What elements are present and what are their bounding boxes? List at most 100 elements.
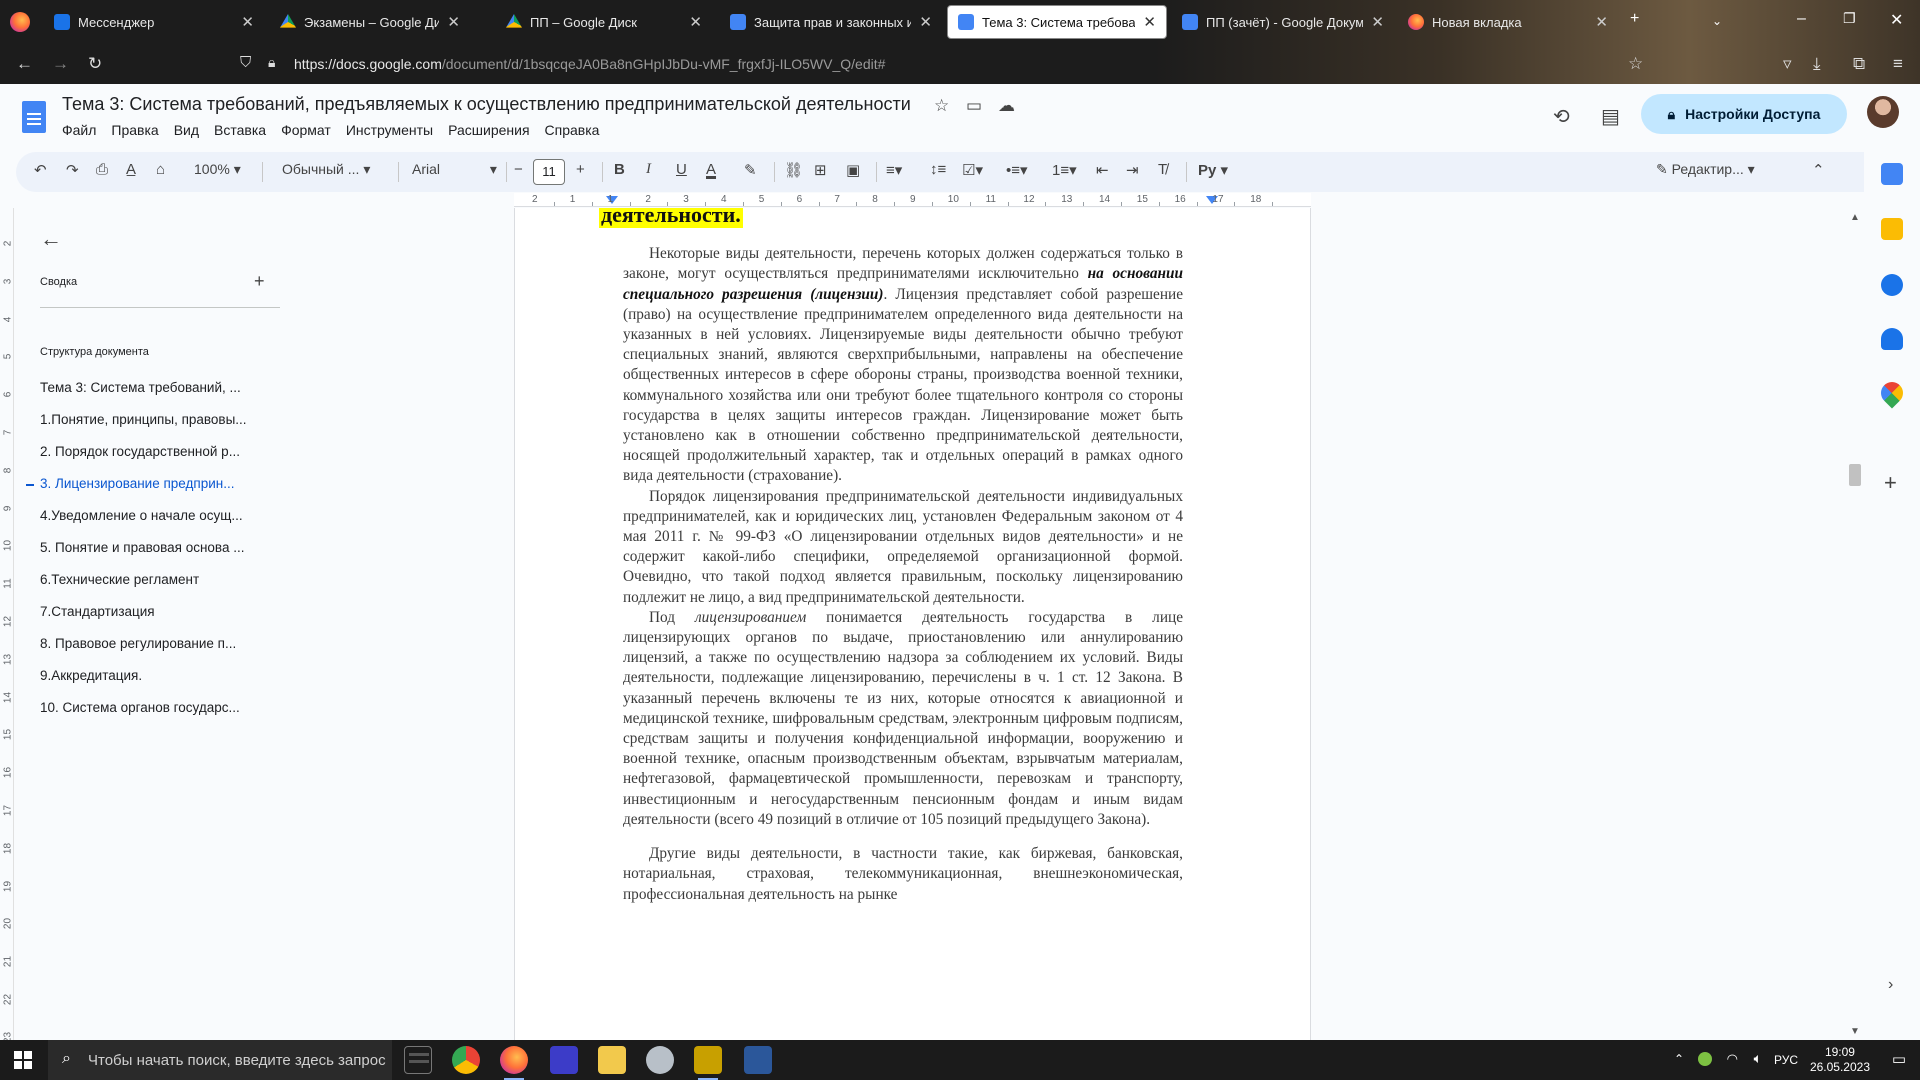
- browser-tab[interactable]: Защита прав и законных инте ✕: [720, 5, 942, 39]
- browser-tab[interactable]: Мессенджер ✕: [44, 5, 264, 39]
- word-icon[interactable]: [744, 1046, 772, 1074]
- menu-edit[interactable]: Правка: [111, 122, 166, 138]
- menu-tools[interactable]: Инструменты: [346, 122, 441, 138]
- hide-side-panel-icon[interactable]: ›: [1888, 976, 1893, 994]
- horizontal-ruler[interactable]: 2 1 1 2 3 4 5 6 7 8 9 10 11 12 13 14 15 16 17 18: [514, 193, 1311, 207]
- save-app-icon[interactable]: [550, 1046, 578, 1074]
- pocket-icon[interactable]: ▿: [1783, 54, 1792, 74]
- close-tab-icon[interactable]: ✕: [241, 13, 254, 31]
- browser-tab[interactable]: Экзамены – Google Диск ✕: [270, 5, 470, 39]
- reload-icon[interactable]: ↻: [88, 54, 102, 74]
- italic-icon[interactable]: I: [646, 161, 651, 178]
- menu-help[interactable]: Справка: [545, 122, 608, 138]
- outline-item[interactable]: 10. Система органов государс...: [40, 700, 276, 715]
- bold-icon[interactable]: B: [614, 161, 625, 178]
- outline-item[interactable]: 6.Технические регламент: [40, 572, 276, 587]
- spellcheck-icon[interactable]: A̲: [126, 161, 136, 178]
- collapse-menus-icon[interactable]: ⌃: [1812, 161, 1825, 179]
- menu-insert[interactable]: Вставка: [214, 122, 274, 138]
- add-comment-icon[interactable]: ⊞: [814, 161, 827, 179]
- extensions-icon[interactable]: ⧉: [1853, 54, 1865, 74]
- forward-icon[interactable]: →: [52, 54, 69, 74]
- windows-start-icon[interactable]: [14, 1051, 32, 1069]
- taskbar-clock[interactable]: 19:09 26.05.2023: [1810, 1045, 1870, 1075]
- outline-item[interactable]: 2. Порядок государственной р...: [40, 444, 276, 459]
- menu-view[interactable]: Вид: [174, 122, 207, 138]
- docs-logo-icon[interactable]: [22, 101, 46, 133]
- contacts-icon[interactable]: [1881, 328, 1903, 350]
- decrease-indent-icon[interactable]: ⇤: [1096, 161, 1109, 179]
- user-avatar[interactable]: [1867, 96, 1899, 128]
- highlight-icon[interactable]: ✎: [744, 161, 757, 179]
- checklist-icon[interactable]: ☑▾: [962, 161, 983, 179]
- browser-tab-active[interactable]: Тема 3: Система требований, ✕: [947, 5, 1167, 39]
- firefox-menu-icon[interactable]: [10, 12, 30, 32]
- print-icon[interactable]: ⎙: [96, 161, 108, 178]
- firefox-taskbar-icon[interactable]: [500, 1046, 528, 1080]
- zoom-select[interactable]: 100% ▾: [194, 161, 241, 178]
- close-tab-icon[interactable]: ✕: [1595, 13, 1608, 31]
- tasks-icon[interactable]: [1881, 274, 1903, 296]
- add-summary-icon[interactable]: +: [254, 271, 265, 292]
- outline-item[interactable]: 1.Понятие, принципы, правовы...: [40, 412, 276, 427]
- maximize-icon[interactable]: ❐: [1843, 10, 1856, 27]
- calendar-icon[interactable]: [1881, 163, 1903, 185]
- tray-app-icon[interactable]: [1698, 1052, 1712, 1066]
- outline-item[interactable]: Тема 3: Система требований, ...: [40, 380, 276, 395]
- menu-file[interactable]: Файл: [62, 122, 104, 138]
- version-history-icon[interactable]: ⟲: [1553, 104, 1570, 129]
- style-select[interactable]: Обычный ... ▾: [282, 161, 370, 178]
- get-addons-icon[interactable]: +: [1884, 470, 1897, 496]
- input-tools-icon[interactable]: Pу ▾: [1198, 161, 1228, 179]
- taskbar-search-box[interactable]: ⌕ Чтобы начать поиск, введите здесь запр…: [48, 1040, 392, 1080]
- scroll-thumb[interactable]: [1849, 464, 1861, 486]
- document-title[interactable]: Тема 3: Система требований, предъявляемы…: [62, 94, 911, 115]
- numbered-list-icon[interactable]: 1≡▾: [1052, 161, 1077, 179]
- keep-icon[interactable]: [1881, 218, 1903, 240]
- undo-icon[interactable]: ↶: [34, 161, 47, 179]
- close-tab-icon[interactable]: ✕: [689, 13, 702, 31]
- lock-icon[interactable]: 🔒︎: [268, 54, 275, 71]
- underline-icon[interactable]: U: [676, 161, 687, 178]
- bookmark-star-icon[interactable]: ☆: [1628, 54, 1643, 74]
- bulleted-list-icon[interactable]: •≡▾: [1006, 161, 1028, 179]
- star-icon[interactable]: ☆: [934, 96, 949, 116]
- close-tab-icon[interactable]: ✕: [1371, 13, 1384, 31]
- close-tab-icon[interactable]: ✕: [919, 13, 932, 31]
- wifi-icon[interactable]: ◠: [1727, 1051, 1738, 1067]
- tracking-shield-icon[interactable]: ⛉: [240, 54, 251, 71]
- share-button[interactable]: 🔒︎ Настройки Доступа: [1641, 94, 1847, 134]
- outline-item[interactable]: 8. Правовое регулирование п...: [40, 636, 276, 651]
- downloads-icon[interactable]: ⤓: [1813, 54, 1821, 74]
- browser-tab[interactable]: ПП – Google Диск ✕: [496, 5, 712, 39]
- cloud-status-icon[interactable]: ☁: [998, 96, 1015, 116]
- outline-item[interactable]: 4.Уведомление о начале осущ...: [40, 508, 276, 523]
- url-bar[interactable]: ⛉ 🔒︎ https://docs.google.com/document/d/…: [230, 49, 1670, 79]
- file-explorer-icon[interactable]: [598, 1046, 626, 1074]
- notifications-icon[interactable]: ▭: [1892, 1050, 1906, 1068]
- text-color-icon[interactable]: A: [706, 161, 716, 178]
- chrome-icon[interactable]: [452, 1046, 480, 1074]
- tab-list-chevron-icon[interactable]: ⌄: [1712, 14, 1722, 28]
- link-icon[interactable]: ⛓: [784, 161, 803, 179]
- outline-item[interactable]: 7.Стандартизация: [40, 604, 276, 619]
- align-icon[interactable]: ≡▾: [886, 161, 902, 179]
- language-indicator[interactable]: РУС: [1774, 1053, 1798, 1067]
- browser-tab[interactable]: ПП (зачёт) - Google Документ ✕: [1172, 5, 1394, 39]
- document-page[interactable]: деятельности. Некоторые виды деятельност…: [514, 208, 1311, 1040]
- close-outline-icon[interactable]: ←: [40, 226, 62, 252]
- app-icon[interactable]: [694, 1046, 722, 1080]
- app-icon[interactable]: [646, 1046, 674, 1074]
- insert-image-icon[interactable]: ▣: [846, 161, 860, 179]
- comments-icon[interactable]: ▤: [1601, 104, 1620, 129]
- editing-mode-select[interactable]: ✎ Редактир... ▾: [1656, 161, 1755, 178]
- task-view-icon[interactable]: [404, 1046, 432, 1074]
- app-menu-icon[interactable]: ≡: [1893, 54, 1903, 74]
- close-window-icon[interactable]: ✕: [1890, 10, 1903, 30]
- back-icon[interactable]: ←: [16, 54, 33, 74]
- move-folder-icon[interactable]: ▭: [966, 96, 982, 116]
- volume-icon[interactable]: 🔈︎: [1754, 1050, 1762, 1067]
- menu-extensions[interactable]: Расширения: [448, 122, 537, 138]
- browser-tab[interactable]: Новая вкладка ✕: [1398, 5, 1618, 39]
- increase-font-size-icon[interactable]: +: [576, 161, 585, 178]
